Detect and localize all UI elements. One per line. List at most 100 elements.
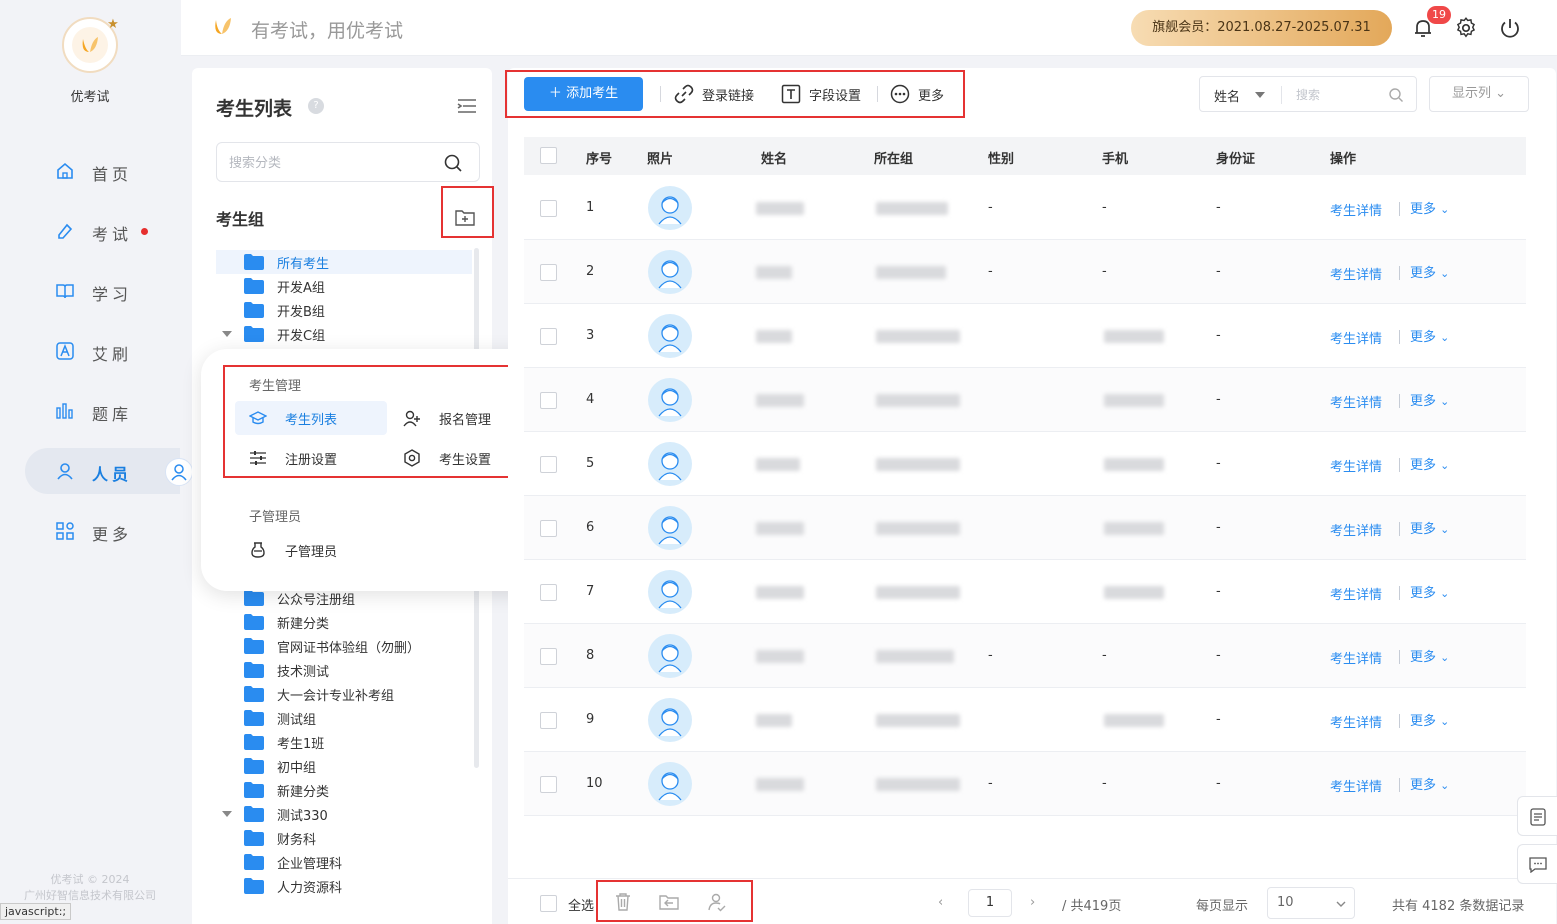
row-more-dropdown[interactable]: 更多 ⌄ [1410,646,1449,665]
chevron-down-icon: ⌄ [1440,523,1450,536]
chevron-down-icon: ⌄ [1440,651,1450,664]
people-shortcut-icon[interactable] [165,458,193,486]
membership-badge[interactable]: 旗舰会员：2021.08.27-2025.07.31 [1131,10,1392,46]
nav-label: 首页 [92,165,133,184]
tree-item[interactable]: 所有考生 [216,250,472,274]
tree-item-label: 开发B组 [277,305,325,320]
search-icon[interactable] [443,153,463,173]
row-more-dropdown[interactable]: 更多 ⌄ [1410,518,1449,537]
book-icon [56,284,74,299]
menu-item-sub-admin[interactable]: 子管理员 [235,533,387,567]
tree-item[interactable]: 官网证书体验组（勿删） [216,634,472,658]
nav-item-more[interactable]: 更多 [25,508,180,554]
divider [1399,714,1400,728]
page-size-select[interactable]: 10 [1267,887,1355,919]
row-checkbox[interactable] [540,456,557,473]
caret-down-icon[interactable] [222,330,232,338]
help-icon[interactable]: ? [308,98,324,114]
power-icon[interactable] [1498,16,1522,40]
candidate-search-input[interactable] [1296,85,1376,105]
gear-icon[interactable] [1454,16,1478,40]
row-more-dropdown[interactable]: 更多 ⌄ [1410,774,1449,793]
folder-icon [244,686,264,702]
select-all-checkbox[interactable] [540,895,557,912]
nav-item-home[interactable]: 首页 [25,148,180,194]
nav-item-study[interactable]: 学习 [25,268,180,314]
highlight-box [441,186,494,238]
tree-item[interactable]: 考生1班 [216,730,472,754]
tree-item[interactable]: 新建分类 [216,778,472,802]
table-row: 5 - 考生详情 更多 ⌄ [524,432,1526,496]
tree-item[interactable]: 初中组 [216,754,472,778]
tree-item-label: 技术测试 [277,665,330,680]
row-checkbox[interactable] [540,712,557,729]
nav-item-aishua[interactable]: 艾刷 [25,328,180,374]
nav-item-exam[interactable]: 考试 [25,208,180,254]
tree-item[interactable]: 人力资源科 [216,874,472,898]
column-header: 操作 [1330,152,1357,167]
avatar [648,762,692,806]
collapse-menu-icon[interactable] [457,98,477,114]
folder-icon [244,254,264,270]
document-float-button[interactable] [1517,796,1557,836]
blurred-group [876,458,960,471]
row-checkbox[interactable] [540,392,557,409]
caret-down-icon[interactable] [222,810,232,818]
divider [1399,650,1400,664]
tree-item[interactable]: 财务科 [216,826,472,850]
candidate-detail-link[interactable]: 考生详情 [1330,456,1382,475]
row-more-dropdown[interactable]: 更多 ⌄ [1410,326,1449,345]
chat-float-button[interactable] [1517,844,1557,884]
candidate-detail-link[interactable]: 考生详情 [1330,392,1382,411]
blurred-group [876,778,960,791]
blurred-name [756,458,800,471]
candidate-detail-link[interactable]: 考生详情 [1330,776,1382,795]
candidate-detail-link[interactable]: 考生详情 [1330,584,1382,603]
tree-item[interactable]: 开发A组 [216,274,472,298]
row-more-dropdown[interactable]: 更多 ⌄ [1410,262,1449,281]
grid-icon [56,522,74,540]
tree-item[interactable]: 开发B组 [216,298,472,322]
search-icon[interactable] [1388,87,1404,103]
bars-icon [56,403,73,419]
nav-item-people[interactable]: 人员 [25,448,193,494]
blurred-phone [1104,586,1164,599]
row-number: 8 [586,648,595,663]
folder-icon [244,782,264,798]
tree-item[interactable]: 新建分类 [216,610,472,634]
candidate-detail-link[interactable]: 考生详情 [1330,328,1382,347]
row-more-dropdown[interactable]: 更多 ⌄ [1410,582,1449,601]
row-checkbox[interactable] [540,200,557,217]
row-more-dropdown[interactable]: 更多 ⌄ [1410,710,1449,729]
row-more-dropdown[interactable]: 更多 ⌄ [1410,390,1449,409]
tree-item[interactable]: 技术测试 [216,658,472,682]
row-checkbox[interactable] [540,520,557,537]
row-checkbox[interactable] [540,776,557,793]
caret-down-icon[interactable] [1255,91,1265,99]
tree-item[interactable]: 测试组 [216,706,472,730]
tree-item[interactable]: 测试330 [216,802,472,826]
row-checkbox[interactable] [540,264,557,281]
candidate-detail-link[interactable]: 考生详情 [1330,520,1382,539]
prev-page-icon[interactable]: ‹ [938,895,943,910]
candidate-detail-link[interactable]: 考生详情 [1330,712,1382,731]
row-checkbox[interactable] [540,328,557,345]
filter-field-select[interactable]: 姓名 [1214,86,1240,105]
display-columns-button[interactable]: 显示列 ⌄ [1429,76,1529,112]
nav-item-question-bank[interactable]: 题库 [25,388,180,434]
page-number-input[interactable]: 1 [968,889,1012,917]
header-checkbox[interactable] [540,147,557,164]
row-more-dropdown[interactable]: 更多 ⌄ [1410,198,1449,217]
group-search-input[interactable] [229,153,429,173]
tree-item[interactable]: 大一会计专业补考组 [216,682,472,706]
tree-item[interactable]: 企业管理科 [216,850,472,874]
row-more-dropdown[interactable]: 更多 ⌄ [1410,454,1449,473]
row-checkbox[interactable] [540,648,557,665]
candidate-detail-link[interactable]: 考生详情 [1330,648,1382,667]
candidate-detail-link[interactable]: 考生详情 [1330,200,1382,219]
candidate-detail-link[interactable]: 考生详情 [1330,264,1382,283]
next-page-icon[interactable]: › [1030,895,1035,910]
id-card-cell: - [1216,776,1221,791]
row-checkbox[interactable] [540,584,557,601]
tree-item[interactable]: 开发C组 [216,322,472,346]
